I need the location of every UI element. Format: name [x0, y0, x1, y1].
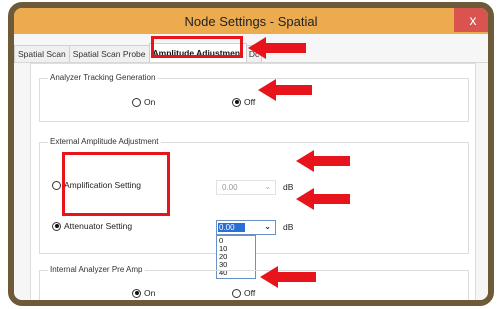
tracking-on-radio[interactable]: On — [132, 97, 155, 107]
window-title: Node Settings - Spatial — [184, 13, 318, 29]
tab-highlight-box — [151, 36, 243, 58]
arrow-left-icon — [258, 79, 312, 101]
attenuator-setting-radio[interactable]: Attenuator Setting — [52, 221, 132, 231]
radio-icon — [52, 180, 61, 190]
pre-amp-off-radio[interactable]: Off — [232, 288, 255, 298]
attenuator-unit: dB — [283, 222, 294, 232]
pre-amp-on-radio[interactable]: On — [132, 288, 155, 298]
amplification-value: 0.00 — [222, 183, 238, 192]
radio-selected-icon — [132, 288, 141, 298]
pre-amp-off-label: Off — [244, 288, 256, 298]
amplification-value-select[interactable]: 0.00 ⌄ — [216, 180, 276, 195]
title-bar: Node Settings - Spatial — [14, 8, 488, 34]
tracking-generation-group: Analyzer Tracking Generation On Off — [39, 73, 469, 122]
tab-spatial-scan[interactable]: Spatial Scan — [14, 45, 70, 62]
arrow-left-icon — [296, 188, 350, 210]
radio-icon — [132, 97, 141, 107]
pre-amp-legend: Internal Analyzer Pre Amp — [48, 265, 145, 274]
radio-highlight-box — [62, 152, 170, 216]
arrow-left-icon — [260, 266, 316, 288]
arrow-left-icon — [248, 37, 306, 59]
attenuator-setting-label: Attenuator Setting — [64, 221, 133, 231]
radio-selected-icon — [52, 221, 61, 231]
external-amplitude-legend: External Amplitude Adjustment — [48, 137, 161, 146]
tracking-generation-legend: Analyzer Tracking Generation — [48, 73, 158, 82]
tracking-on-label: On — [144, 97, 156, 107]
amplification-unit: dB — [283, 182, 294, 192]
arrow-left-icon — [296, 150, 350, 172]
radio-selected-icon — [232, 97, 241, 107]
close-button[interactable]: x — [454, 8, 488, 32]
chevron-down-icon: ⌄ — [264, 182, 271, 191]
radio-icon — [232, 288, 241, 298]
pre-amp-on-label: On — [144, 288, 156, 298]
attenuator-value: 0.00 — [218, 223, 245, 232]
tab-spatial-scan-probe[interactable]: Spatial Scan Probe — [68, 45, 150, 62]
tracking-off-radio[interactable]: Off — [232, 97, 255, 107]
tracking-off-label: Off — [244, 97, 256, 107]
pre-amp-group: Internal Analyzer Pre Amp On Off — [39, 265, 469, 300]
close-icon: x — [469, 12, 477, 28]
chevron-down-icon: ⌄ — [264, 222, 271, 231]
attenuator-value-select[interactable]: 0.00 ⌄ — [216, 220, 276, 235]
